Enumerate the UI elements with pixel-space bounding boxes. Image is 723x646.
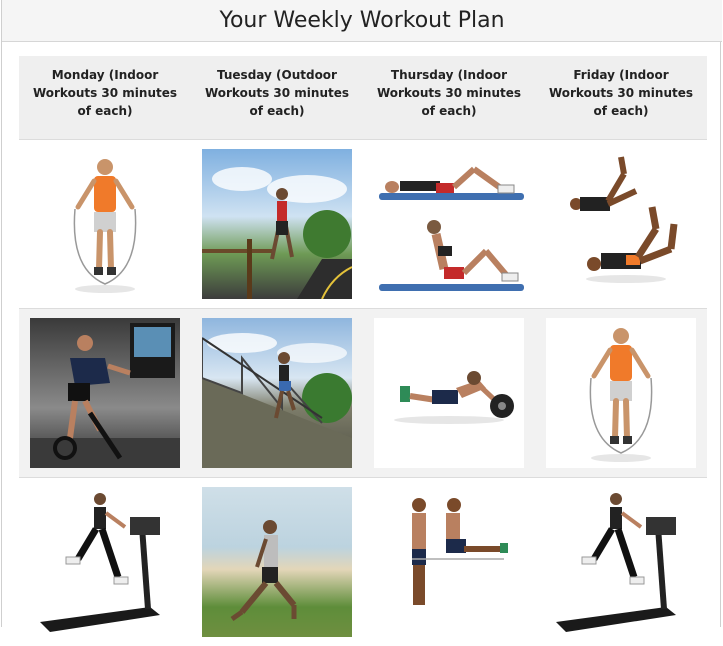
crunches-image xyxy=(374,149,524,299)
workout-table: Monday (Indoor Workouts 30 minutes of ea… xyxy=(19,56,707,646)
column-header-tuesday: Tuesday (Outdoor Workouts 30 minutes of … xyxy=(191,56,363,140)
table-cell xyxy=(363,140,535,309)
column-header-monday: Monday (Indoor Workouts 30 minutes of ea… xyxy=(19,56,191,140)
table-cell xyxy=(191,309,363,478)
page-header: Your Weekly Workout Plan xyxy=(2,0,722,42)
v-sit-image xyxy=(374,487,524,637)
bicycle-crunch-image xyxy=(546,149,696,299)
stair-run-image xyxy=(202,318,352,468)
page-title: Your Weekly Workout Plan xyxy=(219,8,504,33)
jump-rope-image xyxy=(546,318,696,468)
column-header-friday: Friday (Indoor Workouts 30 minutes of ea… xyxy=(535,56,707,140)
table-row xyxy=(19,478,707,646)
treadmill-image xyxy=(546,487,696,637)
table-cell xyxy=(363,478,535,646)
table-cell xyxy=(363,309,535,478)
indoor-cycling-image xyxy=(30,318,180,468)
table-cell xyxy=(535,478,707,646)
table-cell xyxy=(19,140,191,309)
table-cell xyxy=(535,140,707,309)
page-frame: Your Weekly Workout Plan Monday (Indoor … xyxy=(1,0,721,627)
table-cell xyxy=(19,309,191,478)
ab-roller-image xyxy=(374,318,524,468)
table-row xyxy=(19,309,707,478)
jump-rope-image xyxy=(30,149,180,299)
beach-lunge-image xyxy=(202,487,352,637)
table-row xyxy=(19,140,707,309)
table-cell xyxy=(535,309,707,478)
table-header-row: Monday (Indoor Workouts 30 minutes of ea… xyxy=(19,56,707,140)
column-header-thursday: Thursday (Indoor Workouts 30 minutes of … xyxy=(363,56,535,140)
treadmill-image xyxy=(30,487,180,637)
table-cell xyxy=(191,140,363,309)
table-cell xyxy=(191,478,363,646)
outdoor-run-image xyxy=(202,149,352,299)
table-cell xyxy=(19,478,191,646)
